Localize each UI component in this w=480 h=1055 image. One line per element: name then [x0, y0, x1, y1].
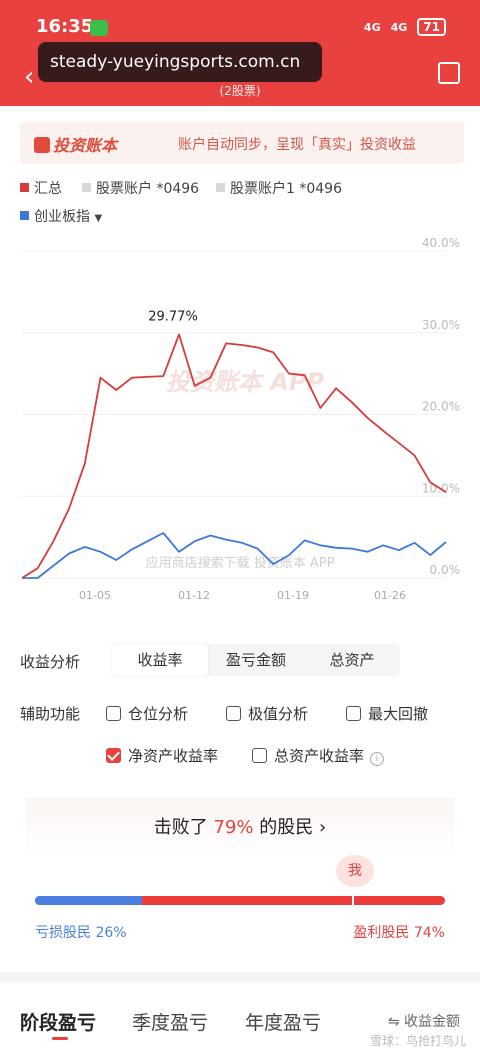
active-tab-indicator [52, 1037, 68, 1040]
status-icons: 4G 4G 71 [364, 18, 446, 36]
y-tick-label: 20.0% [422, 400, 460, 414]
caret-down-icon[interactable]: ▼ [94, 213, 102, 224]
loss-bar-fill [35, 896, 142, 905]
y-tick-label: 0.0% [430, 563, 461, 577]
tab-period-pnl[interactable]: 阶段盈亏 [20, 1008, 96, 1035]
tab-profit-amount[interactable]: 盈亏金额 [208, 644, 304, 676]
status-time: 16:35 [36, 16, 94, 37]
info-icon[interactable]: i [370, 752, 385, 766]
loss-investors-label: 亏损股民 26% [35, 925, 127, 941]
checkbox-position-analysis[interactable]: 仓位分析 [106, 703, 188, 724]
gain-investors-label: 盈利股民 74% [353, 925, 445, 941]
checkbox-checked-icon[interactable] [106, 748, 121, 763]
investor-ratio-bar [35, 896, 445, 905]
checkbox-icon[interactable] [252, 748, 267, 763]
legend-item-chinext[interactable]: 创业板指 ▼ [20, 206, 102, 226]
return-line-chart[interactable]: 40.0%30.0%20.0%10.0%0.0%投资账本 APP应用商店搜索下载… [0, 235, 480, 610]
beat-percent: 79% [213, 817, 254, 838]
url-overlay: steady-yueyingsports.com.cn [38, 42, 322, 82]
peak-annotation: 29.77% [148, 309, 198, 324]
tab-return-rate[interactable]: 收益率 [112, 644, 208, 676]
tab-year-pnl[interactable]: 年度盈亏 [245, 1008, 321, 1035]
section-divider [0, 972, 480, 982]
brand-icon [34, 137, 50, 153]
share-icon[interactable] [438, 62, 460, 84]
status-bar: 16:35 4G 4G 71 [0, 10, 480, 40]
chevron-right-icon: › [319, 817, 327, 838]
battery-icon: 71 [417, 18, 446, 36]
checkbox-extreme-analysis[interactable]: 极值分析 [226, 703, 308, 724]
my-position-mark [352, 892, 354, 909]
legend-item-account1[interactable]: 股票账户 *0496 [82, 178, 199, 198]
tab-quarter-pnl[interactable]: 季度盈亏 [132, 1008, 208, 1035]
checkbox-icon[interactable] [226, 706, 241, 721]
promo-banner[interactable]: 投资账本 账户自动同步，呈现「真实」投资收益 [20, 122, 464, 164]
wechat-icon [90, 20, 108, 36]
x-tick-label: 01-26 [374, 589, 406, 602]
analysis-label: 收益分析 [20, 653, 81, 671]
beat-investors-card[interactable]: 击败了 79% 的股民 › [26, 798, 454, 860]
checkbox-icon[interactable] [346, 706, 361, 721]
y-tick-label: 40.0% [422, 236, 460, 250]
signal-icon: 4G [363, 20, 381, 34]
checkbox-total-asset-return[interactable]: 总资产收益率 i [252, 745, 385, 766]
checkbox-max-drawdown[interactable]: 最大回撤 [346, 703, 428, 724]
xueqiu-watermark: 雪球：鸟抢打鸟儿 [369, 1034, 466, 1048]
aux-label: 辅助功能 [20, 705, 81, 723]
banner-slogan: 账户自动同步，呈现「真实」投资收益 [178, 137, 416, 153]
x-tick-label: 01-19 [277, 589, 309, 602]
y-tick-label: 30.0% [422, 318, 460, 332]
profit-amount-toggle[interactable]: ⇋ 收益金额 [388, 1011, 460, 1031]
checkbox-icon[interactable] [106, 706, 121, 721]
x-tick-label: 01-05 [79, 589, 111, 602]
brand-logo: 投资账本 [34, 132, 117, 156]
legend-item-summary[interactable]: 汇总 [20, 178, 62, 198]
analysis-tabs: 收益率 盈亏金额 总资产 [112, 644, 400, 676]
x-tick-label: 01-12 [178, 589, 210, 602]
checkbox-net-asset-return[interactable]: 净资产收益率 [106, 745, 218, 766]
me-marker: 我 [336, 855, 374, 887]
signal-icon-2: 4G [390, 20, 408, 34]
legend-item-account2[interactable]: 股票账户1 *0496 [216, 178, 342, 198]
tab-total-assets[interactable]: 总资产 [304, 644, 400, 676]
page-subtitle: (2股票) [219, 84, 261, 98]
chart-watermark-bottom: 应用商店搜索下载 投资账本 APP [146, 555, 335, 571]
